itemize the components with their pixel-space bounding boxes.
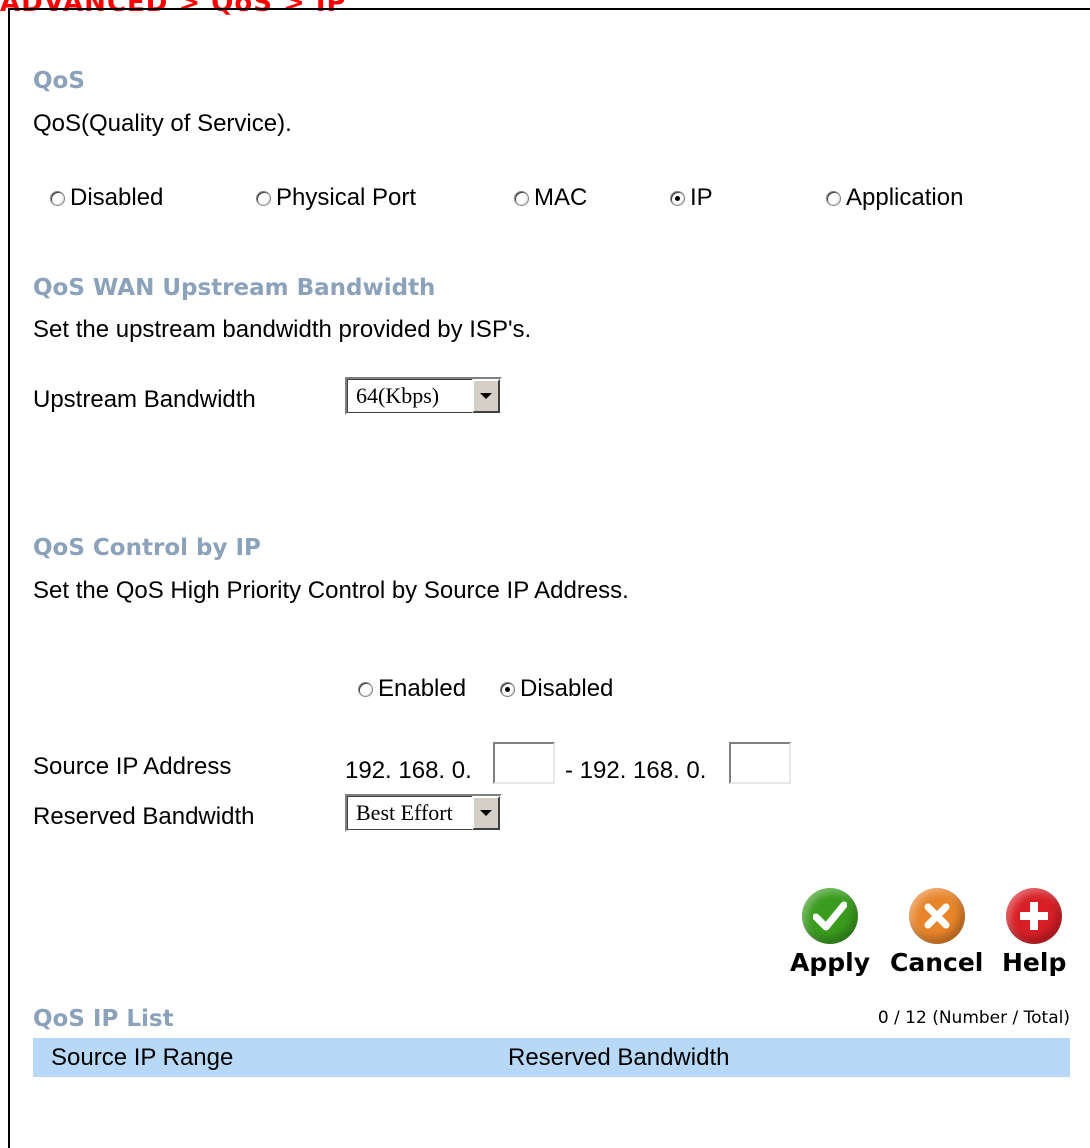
qos-mode-mac[interactable]: MAC bbox=[514, 184, 587, 212]
radio-label: IP bbox=[690, 184, 713, 211]
ip-prefix-end: - 192. 168. 0. bbox=[565, 757, 707, 784]
radio-ip[interactable] bbox=[670, 190, 685, 206]
radio-application[interactable] bbox=[826, 190, 841, 206]
reserved-bandwidth-label: Reserved Bandwidth bbox=[33, 803, 255, 830]
chevron-down-icon bbox=[480, 810, 492, 816]
radio-disabled[interactable] bbox=[50, 190, 65, 206]
dropdown-button[interactable] bbox=[472, 796, 500, 830]
x-icon bbox=[908, 888, 965, 944]
qos-mode-application[interactable]: Application bbox=[826, 184, 963, 212]
radio-label: Application bbox=[846, 184, 964, 211]
upstream-heading: QoS WAN Upstream Bandwidth bbox=[33, 275, 436, 301]
radio-mac[interactable] bbox=[514, 190, 529, 206]
radio-physical-port[interactable] bbox=[256, 190, 271, 206]
qos-mode-physical-port[interactable]: Physical Port bbox=[256, 184, 416, 212]
select-value: Best Effort bbox=[347, 796, 472, 830]
upstream-bandwidth-select[interactable]: 64(Kbps) bbox=[345, 377, 502, 415]
help-label: Help bbox=[1002, 948, 1067, 977]
radio-label: Physical Port bbox=[276, 184, 417, 211]
source-ip-label: Source IP Address bbox=[33, 753, 232, 780]
plus-icon bbox=[1006, 888, 1063, 944]
control-heading: QoS Control by IP bbox=[33, 535, 261, 561]
ip-list-header: Source IP Range Reserved Bandwidth bbox=[33, 1038, 1070, 1077]
qos-mode-disabled[interactable]: Disabled bbox=[50, 184, 163, 212]
column-reserved-bandwidth: Reserved Bandwidth bbox=[508, 1044, 730, 1071]
radio-label: Enabled bbox=[378, 675, 467, 702]
upstream-description: Set the upstream bandwidth provided by I… bbox=[33, 316, 532, 343]
cancel-label: Cancel bbox=[890, 948, 984, 977]
radio-label: Disabled bbox=[70, 184, 164, 211]
qos-mode-ip[interactable]: IP bbox=[670, 184, 713, 212]
chevron-down-icon bbox=[480, 393, 492, 399]
control-enabled-option[interactable]: Enabled bbox=[358, 675, 466, 703]
reserved-bandwidth-select[interactable]: Best Effort bbox=[345, 794, 502, 832]
qos-heading: QoS bbox=[33, 68, 85, 94]
select-value: 64(Kbps) bbox=[347, 379, 472, 413]
ip-end-field[interactable] bbox=[729, 742, 791, 784]
radio-enabled[interactable] bbox=[358, 681, 373, 697]
ip-prefix-start: 192. 168. 0. bbox=[345, 757, 472, 784]
radio-label: MAC bbox=[534, 184, 588, 211]
checkmark-icon bbox=[802, 888, 858, 944]
ip-list-count: 0 / 12 (Number / Total) bbox=[877, 1008, 1070, 1028]
apply-label: Apply bbox=[790, 948, 871, 977]
upstream-bandwidth-label: Upstream Bandwidth bbox=[33, 386, 256, 413]
ip-list-heading: QoS IP List bbox=[33, 1006, 174, 1032]
dropdown-button[interactable] bbox=[472, 379, 500, 413]
radio-disabled-control[interactable] bbox=[500, 681, 515, 697]
help-button[interactable]: Help bbox=[1002, 888, 1066, 977]
qos-description: QoS(Quality of Service). bbox=[33, 110, 292, 137]
column-source-ip-range: Source IP Range bbox=[51, 1044, 234, 1071]
cancel-button[interactable]: Cancel bbox=[890, 888, 983, 977]
apply-button[interactable]: Apply bbox=[790, 888, 870, 977]
control-description: Set the QoS High Priority Control by Sou… bbox=[33, 577, 629, 604]
ip-start-field[interactable] bbox=[493, 742, 555, 784]
radio-label: Disabled bbox=[520, 675, 614, 702]
control-disabled-option[interactable]: Disabled bbox=[500, 675, 613, 703]
